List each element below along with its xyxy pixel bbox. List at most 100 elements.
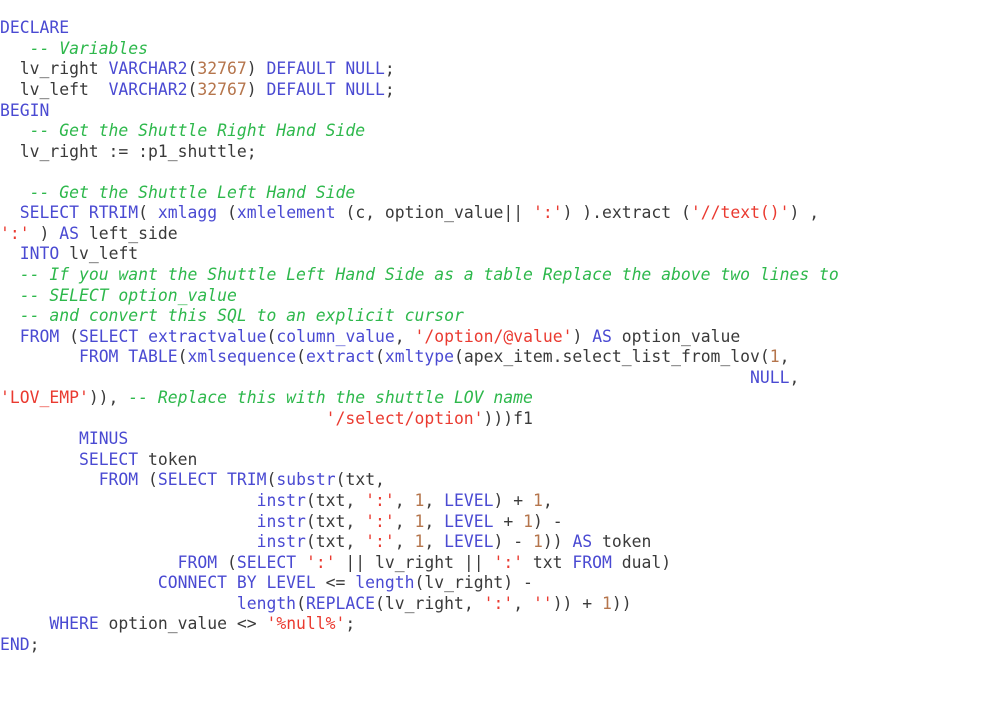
code-token-cm: -- Replace this with the shuttle LOV nam… xyxy=(128,388,533,408)
code-token-str: ':' xyxy=(483,593,514,613)
code-token-num: 1 xyxy=(414,490,425,510)
code-token-punc: ( xyxy=(187,59,198,79)
code-token-num: 32767 xyxy=(197,80,247,100)
source-code-block[interactable]: DECLARE -- Variables lv_right VARCHAR2(3… xyxy=(0,16,999,655)
code-line: ':' ) AS left_side xyxy=(0,224,999,245)
code-line: -- SELECT option_value xyxy=(0,286,999,307)
code-token-kw: SELECT RTRIM xyxy=(19,203,139,223)
code-token-str: ':' xyxy=(365,511,395,531)
code-token-punc: ; xyxy=(384,80,395,100)
code-token-id: , xyxy=(513,593,533,613)
code-line: INTO lv_left xyxy=(0,244,999,265)
code-token-id: , xyxy=(394,511,415,531)
code-token-id xyxy=(0,573,158,592)
code-token-kw: DEFAULT NULL xyxy=(266,59,385,79)
code-token-id xyxy=(296,553,306,572)
code-token-kw: FROM xyxy=(19,326,60,346)
code-token-id xyxy=(0,286,20,305)
code-token-kw: SELECT xyxy=(236,552,297,572)
code-token-id: option_value <> xyxy=(98,614,267,634)
code-token-punc: ( xyxy=(375,347,385,367)
code-token-punc: ( xyxy=(305,511,316,531)
code-token-kw: length xyxy=(236,593,297,613)
code-token-num: 1 xyxy=(414,511,425,531)
code-token-num: 1 xyxy=(602,593,612,613)
code-token-kw: instr xyxy=(256,511,306,531)
code-token-id: + xyxy=(493,511,524,531)
code-token-num: 1 xyxy=(769,347,780,367)
code-token-kw: xmltype xyxy=(384,347,454,367)
code-token-id: , xyxy=(424,532,445,552)
code-token-kw: substr xyxy=(276,470,336,490)
code-token-kw: VARCHAR2 xyxy=(108,80,188,100)
code-line: -- If you want the Shuttle Left Hand Sid… xyxy=(0,265,999,286)
code-token-kw: SELECT TRIM xyxy=(157,470,267,490)
code-token-kw: xmlsequence xyxy=(187,347,297,367)
code-token-id: option_value xyxy=(611,326,741,346)
code-token-id: apex_item.select_list_from_lov( xyxy=(463,347,770,367)
code-token-id: <= xyxy=(315,573,356,593)
code-line: lv_left VARCHAR2(32767) DEFAULT NULL; xyxy=(0,80,999,101)
code-token-id: lv_right, xyxy=(384,593,484,613)
code-token-id: , xyxy=(394,532,415,552)
code-token-id: lv_left xyxy=(0,80,109,100)
code-token-id: || lv_right || xyxy=(335,552,494,572)
code-token-id: txt, xyxy=(315,511,366,531)
code-token-punc: ( xyxy=(187,80,198,100)
code-token-punc: ( xyxy=(177,347,188,367)
code-token-punc: ( xyxy=(138,203,158,223)
code-token-id: )) xyxy=(611,593,632,613)
code-token-id xyxy=(0,491,257,510)
code-token-id: ; xyxy=(345,614,356,634)
code-token-str: 'LOV_EMP' xyxy=(0,388,89,408)
code-token-kw: NULL xyxy=(749,367,790,387)
code-token-str: ':' xyxy=(532,203,563,223)
code-line: FROM (SELECT extractvalue(column_value, … xyxy=(0,327,999,348)
code-token-id: , xyxy=(394,326,415,346)
code-token-punc: ( xyxy=(266,470,277,490)
code-token-str: ':' xyxy=(365,532,395,552)
code-token-id: , xyxy=(424,490,445,510)
code-token-punc: ( xyxy=(266,326,277,346)
code-token-punc: ( xyxy=(296,593,306,613)
code-token-id: , xyxy=(542,490,553,510)
code-token-cm: -- Get the Shuttle Right Hand Side xyxy=(29,121,366,141)
code-line: END; xyxy=(0,635,999,656)
code-token-kw: DEFAULT NULL xyxy=(266,80,385,100)
code-line: instr(txt, ':', 1, LEVEL + 1) - xyxy=(0,512,999,533)
code-line: CONNECT BY LEVEL <= length(lv_right) - xyxy=(0,573,999,594)
code-line: -- and convert this SQL to an explicit c… xyxy=(0,306,999,327)
code-token-kw: instr xyxy=(256,490,306,510)
code-token-id: ( xyxy=(138,470,158,490)
code-token-id: token xyxy=(138,449,198,469)
code-token-punc: ) xyxy=(246,59,267,79)
code-line: DECLARE xyxy=(0,18,999,39)
code-token-kw: xmlagg xyxy=(157,203,218,223)
code-token-id: txt, xyxy=(345,470,385,490)
code-token-str: ':' xyxy=(305,552,336,572)
code-token-kw: CONNECT BY LEVEL xyxy=(157,573,316,593)
code-token-id: )), xyxy=(88,388,129,408)
code-token-kw: VARCHAR2 xyxy=(108,59,188,79)
code-line: FROM TABLE(xmlsequence(extract(xmltype(a… xyxy=(0,347,999,368)
code-line: MINUS xyxy=(0,429,999,450)
code-token-punc: ( xyxy=(375,593,385,613)
code-token-num: 32767 xyxy=(197,59,247,79)
code-token-id: ) xyxy=(29,223,60,243)
code-token-id xyxy=(0,512,257,531)
code-token-id: ) ). xyxy=(562,203,603,223)
code-token-id: , xyxy=(789,367,800,387)
code-token-punc: ( xyxy=(305,532,316,552)
code-token-kw: SELECT xyxy=(78,326,139,346)
code-token-id: )) xyxy=(542,532,573,552)
code-token-kw: extract xyxy=(305,347,376,367)
code-token-id: ) , xyxy=(789,203,820,223)
code-line: -- Variables xyxy=(0,39,999,60)
code-token-id: lv_right xyxy=(0,59,109,79)
code-token-cm: -- SELECT option_value xyxy=(19,285,237,305)
code-token-id: , xyxy=(424,511,445,531)
code-token-kw: column_value xyxy=(276,326,395,346)
code-token-kw: FROM xyxy=(98,470,139,490)
code-token-id xyxy=(0,121,30,140)
code-token-cm: -- Variables xyxy=(29,38,149,58)
